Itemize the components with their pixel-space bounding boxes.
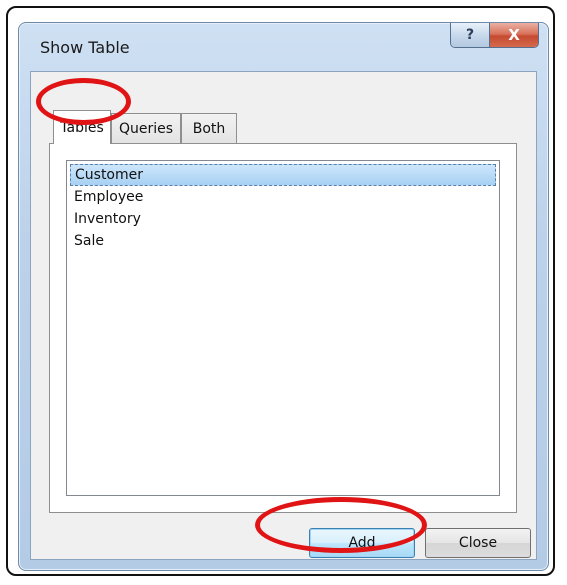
screenshot-stage: Show Table ? X Tables Queries Both Custo…: [0, 0, 567, 585]
list-item-customer[interactable]: Customer: [70, 164, 496, 186]
help-icon: ?: [465, 27, 475, 43]
help-button[interactable]: ?: [451, 23, 490, 47]
tab-label: Tables: [60, 119, 104, 136]
add-button[interactable]: Add: [309, 528, 415, 558]
add-button-label: Add: [348, 535, 376, 551]
list-item-inventory[interactable]: Inventory: [70, 208, 496, 230]
dialog-client-area: Tables Queries Both Customer Employee In…: [30, 71, 537, 560]
window-close-button[interactable]: X: [490, 23, 538, 47]
dialog-title: Show Table: [40, 38, 130, 57]
tab-label: Both: [192, 120, 226, 137]
close-icon: X: [508, 26, 520, 44]
tab-both[interactable]: Both: [181, 113, 237, 143]
close-button[interactable]: Close: [425, 528, 531, 558]
list-item-employee[interactable]: Employee: [70, 186, 496, 208]
table-listbox[interactable]: Customer Employee Inventory Sale: [66, 160, 500, 496]
show-table-dialog: Show Table ? X Tables Queries Both Custo…: [18, 22, 549, 571]
close-button-label: Close: [458, 535, 498, 551]
tab-tables[interactable]: Tables: [53, 110, 111, 144]
list-item-sale[interactable]: Sale: [70, 230, 496, 252]
title-bar[interactable]: Show Table ? X: [19, 23, 548, 75]
tab-queries[interactable]: Queries: [111, 113, 181, 143]
caption-buttons: ? X: [450, 23, 539, 48]
tab-panel: Customer Employee Inventory Sale: [49, 143, 517, 513]
tab-label: Queries: [118, 120, 174, 137]
